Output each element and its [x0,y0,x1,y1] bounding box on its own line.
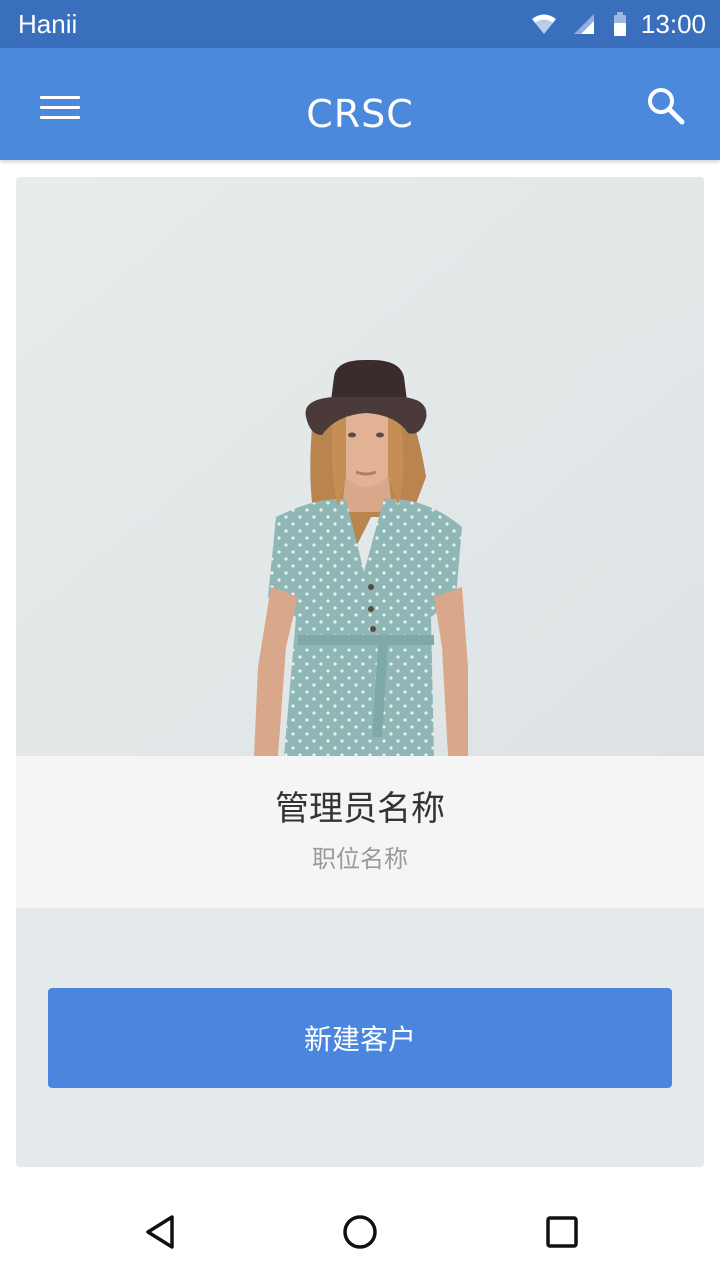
back-icon[interactable] [140,1212,180,1252]
battery-icon [613,12,626,36]
wifi-icon [531,14,556,34]
clock: 13:00 [640,9,706,39]
cell-signal-icon [573,14,594,34]
navigation-bar [0,1184,720,1280]
recents-icon[interactable] [542,1212,582,1252]
carrier-name: Hanii [18,9,78,39]
name-panel: 管理员名称 职位名称 [16,756,704,908]
profile-photo [16,177,704,756]
status-icons: 13:00 [531,9,706,39]
app-title: CRSC [306,92,414,136]
job-title: 职位名称 [312,845,408,873]
profile-card: 管理员名称 职位名称 新建客户 [16,177,704,1167]
home-icon[interactable] [340,1212,380,1252]
search-icon[interactable] [646,86,686,126]
app-bar: CRSC [0,48,720,160]
status-bar: Hanii 13:00 [0,0,720,48]
new-customer-button[interactable]: 新建客户 [48,988,672,1088]
admin-name: 管理员名称 [275,789,445,829]
